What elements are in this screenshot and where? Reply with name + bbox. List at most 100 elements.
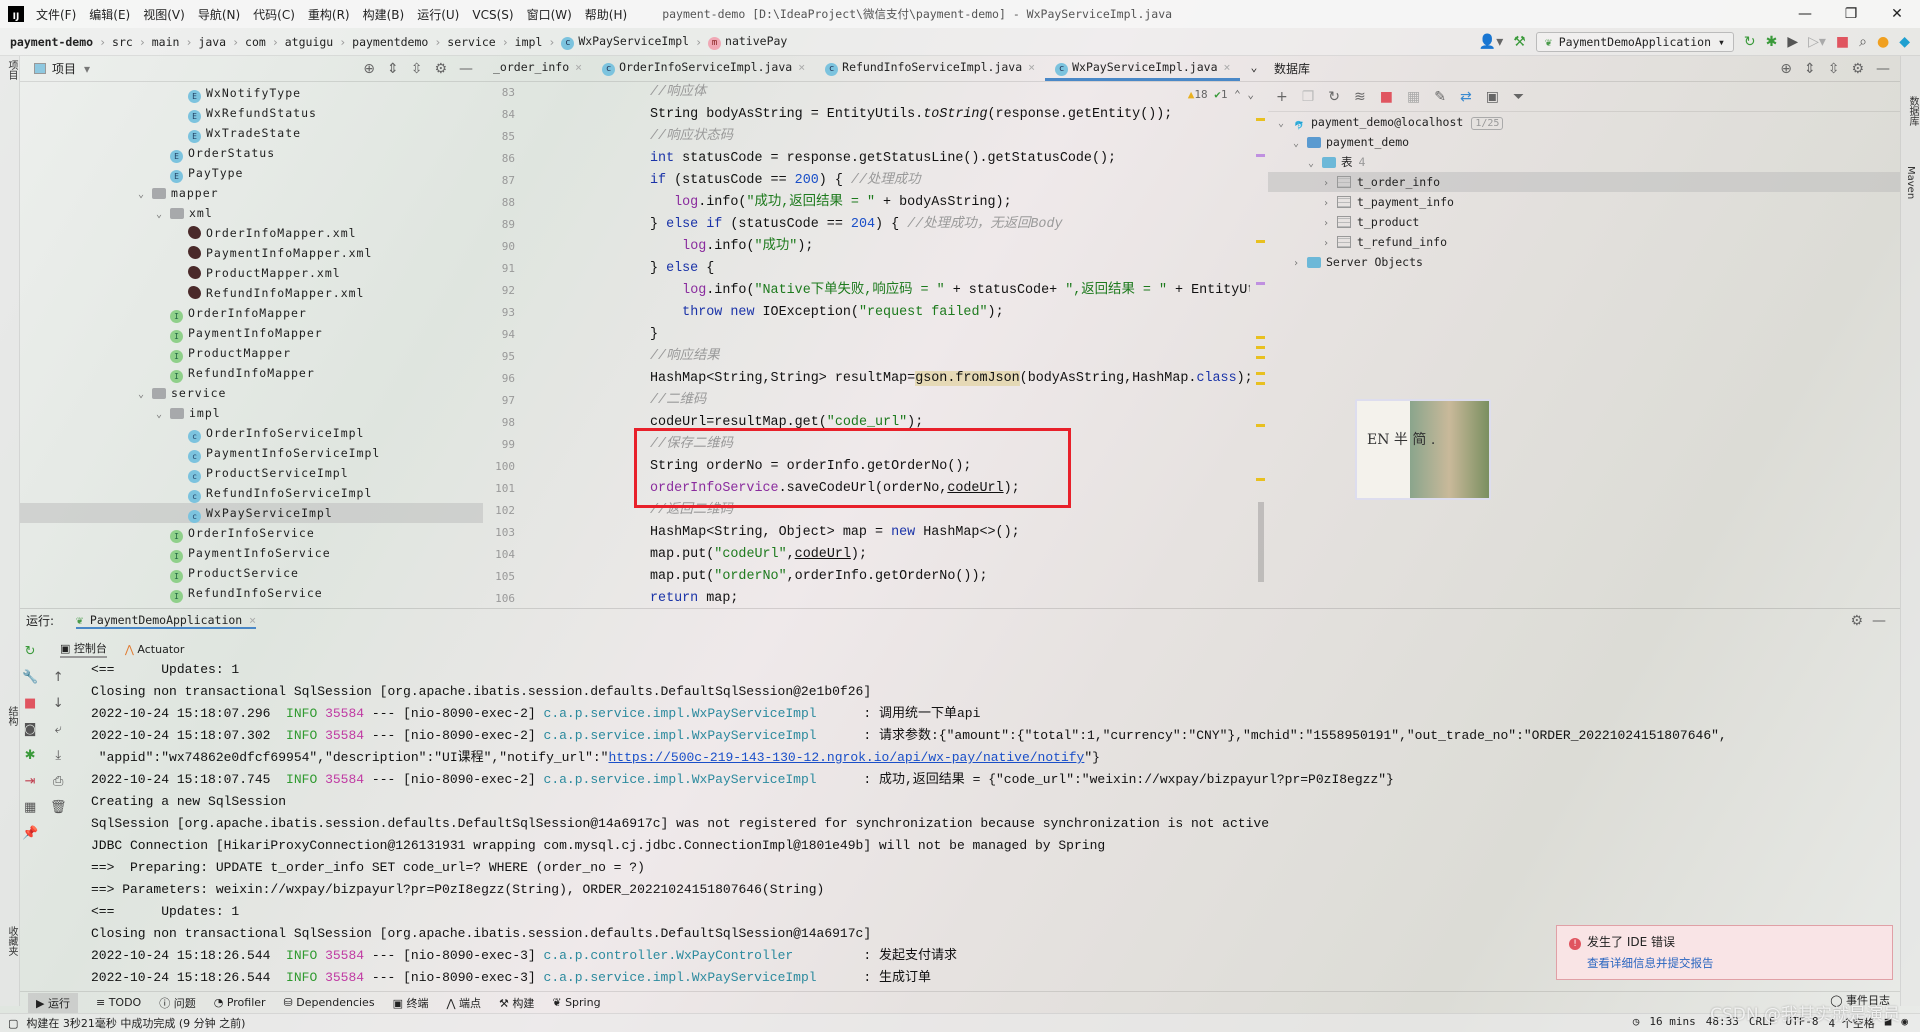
tree-item[interactable]: E WxTradeState (20, 123, 483, 143)
collapse-all-icon[interactable]: ⇳ (1828, 61, 1840, 77)
close-tab-icon[interactable]: × (1224, 60, 1231, 74)
menu-item[interactable]: 运行(U) (417, 8, 459, 22)
run-config-select[interactable]: ❦ PaymentDemoApplication ▾ (1535, 32, 1734, 52)
breadcrumb-item[interactable]: service (447, 35, 495, 49)
stop-icon[interactable]: ■ (1380, 89, 1393, 105)
tree-item[interactable]: ⌄ mapper (20, 183, 483, 203)
stop-icon[interactable]: ■ (1836, 35, 1849, 49)
profile-icon[interactable]: ▷▾ (1808, 35, 1826, 49)
close-tab-icon[interactable]: × (1028, 60, 1035, 74)
tree-item[interactable]: c OrderInfoServiceImpl (20, 423, 483, 443)
add-icon[interactable]: + (1276, 89, 1288, 105)
layout-icon[interactable]: ▦ (24, 800, 36, 815)
expand-all-icon[interactable]: ⇕ (1804, 61, 1816, 77)
table-icon[interactable]: ▦ (1407, 89, 1420, 105)
chevron-down-icon[interactable]: ⌄ (138, 385, 152, 405)
project-tool-button[interactable]: 项目 (4, 60, 19, 80)
chevron-right-icon[interactable]: › (1293, 254, 1307, 274)
editor-tab[interactable]: _order_info × (483, 55, 592, 81)
memory-icon[interactable]: ◉ (1901, 1015, 1908, 1031)
rerun-icon[interactable]: ↻ (1744, 35, 1756, 49)
down-arrow-icon[interactable]: ↓ (53, 696, 64, 711)
menu-item[interactable]: 文件(F) (36, 8, 76, 22)
console-icon[interactable]: ▣ (1486, 89, 1499, 105)
chevron-down-icon[interactable]: ⌄ (1278, 114, 1292, 134)
scroll-end-icon[interactable]: ⤓ (55, 748, 61, 763)
menu-item[interactable]: 窗口(W) (527, 8, 572, 22)
chevron-down-icon[interactable]: ▾ (84, 62, 90, 76)
build-hammer-icon[interactable]: ⚒ (1513, 35, 1526, 49)
tabs-overflow-icon[interactable]: ⌄ (1240, 55, 1267, 81)
pin-icon[interactable]: 📌 (22, 826, 38, 841)
console-link[interactable]: https://500c-219-143-130-12.ngrok.io/api… (608, 750, 1084, 765)
tree-item[interactable]: PaymentInfoMapper.xml (20, 243, 483, 263)
up-arrow-icon[interactable]: ↑ (53, 670, 64, 685)
menu-item[interactable]: 构建(B) (363, 8, 405, 22)
print-icon[interactable]: ⎙ (53, 774, 63, 789)
chevron-down-icon[interactable]: ⌄ (156, 205, 170, 225)
chevron-down-icon[interactable]: ⌄ (1293, 134, 1307, 154)
edit-icon[interactable]: ✎ (1434, 89, 1446, 105)
structure-tool-button[interactable]: 结构 (4, 706, 19, 726)
tree-item[interactable]: c RefundInfoServiceImpl (20, 483, 483, 503)
tree-item[interactable]: ⌄ service (20, 383, 483, 403)
chevron-right-icon[interactable]: › (1323, 174, 1337, 194)
camera-icon[interactable]: ◙ (24, 722, 37, 737)
breadcrumb-item[interactable]: paymentdemo (352, 35, 428, 49)
gear-icon[interactable]: ⚙ (1851, 613, 1864, 629)
editor-tab[interactable]: c RefundInfoServiceImpl.java × (815, 55, 1045, 81)
copy-icon[interactable]: ❐ (1302, 89, 1315, 105)
run-config-tab[interactable]: ❦ PaymentDemoApplication × (76, 613, 257, 629)
search-icon[interactable]: ⌕ (1859, 35, 1867, 49)
breadcrumb-item[interactable]: src (112, 35, 133, 49)
breadcrumb-item[interactable]: main (152, 35, 180, 49)
db-tree-item[interactable]: › t_refund_info (1268, 232, 1900, 252)
chevron-right-icon[interactable]: › (1323, 234, 1337, 254)
exit-icon[interactable]: ⇥ (25, 774, 36, 789)
update-icon[interactable]: ● (1877, 35, 1889, 49)
favorites-tool-button[interactable]: 收藏夹 (4, 926, 19, 956)
tree-item[interactable]: OrderInfoMapper.xml (20, 223, 483, 243)
tree-item[interactable]: I RefundInfoService (20, 583, 483, 603)
close-button[interactable]: ✕ (1874, 0, 1920, 28)
tool-tab[interactable]: ⋀ 端点 (446, 995, 481, 1011)
tool-tab[interactable]: ⛁ Dependencies (284, 996, 375, 1009)
project-panel-title[interactable]: 项目 (52, 60, 76, 77)
db-tree-item[interactable]: ⌄ 🐬 payment_demo@localhost 1/25 (1268, 112, 1900, 132)
tree-item[interactable]: ProductMapper.xml (20, 263, 483, 283)
tree-item[interactable]: RefundInfoMapper.xml (20, 283, 483, 303)
notification-link[interactable]: 查看详细信息并提交报告 (1587, 955, 1880, 971)
tree-item[interactable]: ⌄ impl (20, 403, 483, 423)
chevron-down-icon[interactable]: ⌄ (156, 405, 170, 425)
debug-icon[interactable]: ✱ (25, 748, 36, 763)
user-icon[interactable]: 👤▾ (1479, 35, 1503, 49)
chevron-right-icon[interactable]: › (1323, 214, 1337, 234)
db-tree-item[interactable]: ⌄ 表 4 (1268, 152, 1900, 172)
breadcrumb-item[interactable]: java (198, 35, 226, 49)
tool-tab[interactable]: ◔ Profiler (214, 996, 266, 1009)
tab-actuator[interactable]: ⋀ Actuator (125, 643, 185, 656)
chevron-right-icon[interactable]: › (1323, 194, 1337, 214)
code-area[interactable]: //响应体 String bodyAsString = EntityUtils.t… (650, 82, 1250, 608)
close-tab-icon[interactable]: × (575, 60, 582, 74)
editor-tab[interactable]: c OrderInfoServiceImpl.java × (592, 55, 815, 81)
breadcrumb-item[interactable]: c WxPayServiceImpl (561, 34, 689, 50)
tool-tab[interactable]: ▣ 终端 (393, 995, 429, 1011)
db-tree-item[interactable]: › t_order_info (1268, 172, 1900, 192)
filter-icon[interactable]: ⏷ (1513, 89, 1524, 105)
locate-icon[interactable]: ⊕ (363, 61, 375, 77)
tree-item[interactable]: I ProductService (20, 563, 483, 583)
tree-item[interactable]: ⌄ xml (20, 203, 483, 223)
tree-item[interactable]: E WxNotifyType (20, 83, 483, 103)
breadcrumb-item[interactable]: impl (515, 35, 543, 49)
menu-item[interactable]: 视图(V) (143, 8, 185, 22)
chevron-down-icon[interactable]: ⌄ (1308, 154, 1322, 174)
menu-item[interactable]: 编辑(E) (89, 8, 130, 22)
menu-item[interactable]: VCS(S) (472, 8, 513, 22)
jetbrains-icon[interactable]: ◆ (1899, 35, 1910, 49)
tree-item[interactable]: c WxPayServiceImpl (20, 503, 483, 523)
tree-item[interactable]: c PaymentInfoServiceImpl (20, 443, 483, 463)
tool-tab[interactable]: ⓘ 问题 (159, 995, 196, 1011)
hide-icon[interactable]: — (1876, 61, 1890, 77)
breadcrumb-item[interactable]: com (245, 35, 266, 49)
